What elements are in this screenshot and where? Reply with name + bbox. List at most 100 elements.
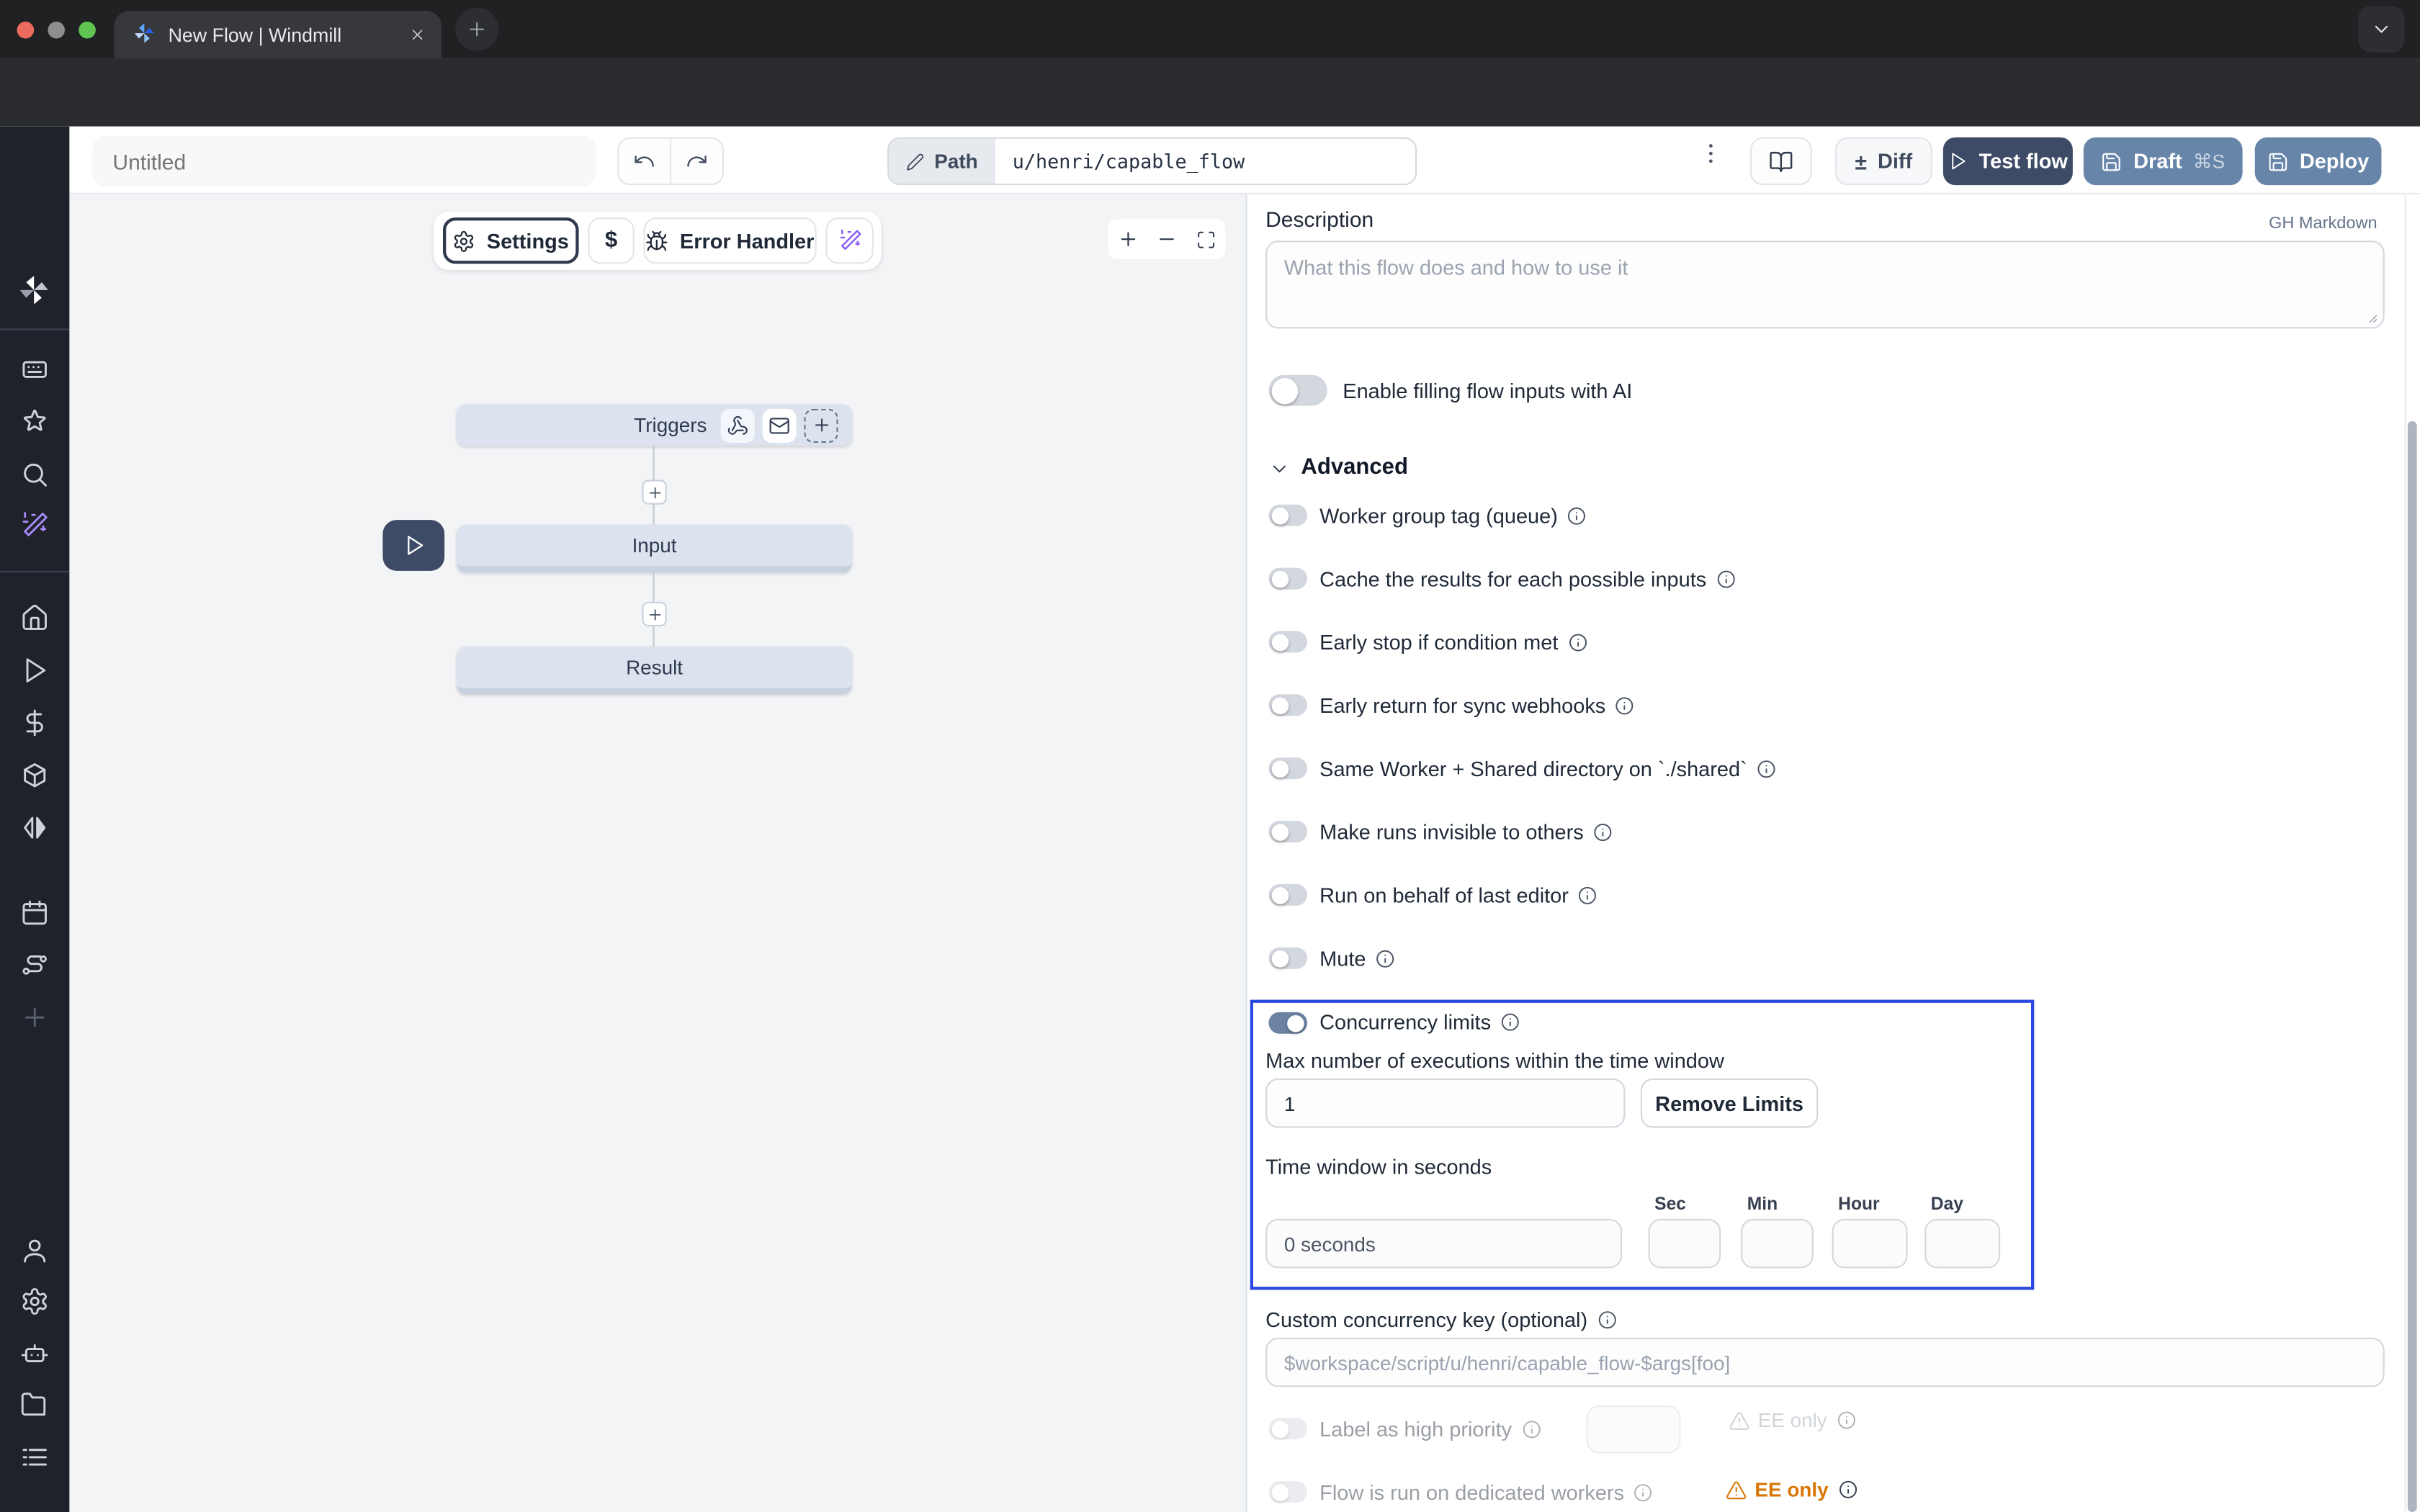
min-input[interactable] bbox=[1741, 1219, 1814, 1269]
zoom-in-icon[interactable] bbox=[1117, 228, 1139, 250]
flow-name-input[interactable] bbox=[93, 136, 596, 187]
info-icon[interactable] bbox=[1375, 949, 1395, 969]
toggle-label: Cache the results for each possible inpu… bbox=[1319, 568, 1706, 591]
info-icon[interactable] bbox=[1716, 570, 1736, 590]
error-handler-button[interactable]: Error Handler bbox=[644, 217, 817, 264]
high-priority-toggle[interactable] bbox=[1268, 1418, 1307, 1439]
resources-icon[interactable] bbox=[20, 760, 50, 790]
cache-results-toggle[interactable] bbox=[1268, 568, 1307, 590]
fit-view-icon[interactable] bbox=[1196, 229, 1216, 249]
max-executions-input[interactable] bbox=[1265, 1079, 1625, 1128]
workers-icon[interactable] bbox=[20, 1339, 50, 1369]
zoom-out-icon[interactable] bbox=[1157, 228, 1178, 250]
info-icon bbox=[1521, 1419, 1541, 1439]
settings-gear-icon[interactable] bbox=[20, 1287, 50, 1316]
flows-icon[interactable] bbox=[20, 950, 50, 980]
tab-search-chevron-icon[interactable] bbox=[2358, 6, 2404, 53]
toggle-label: Run on behalf of last editor bbox=[1319, 884, 1569, 907]
remove-limits-button[interactable]: Remove Limits bbox=[1641, 1079, 1818, 1128]
input-node[interactable]: Input bbox=[457, 525, 852, 572]
webhook-icon[interactable] bbox=[721, 408, 755, 442]
diff-button[interactable]: ± Diff bbox=[1835, 138, 1932, 185]
new-tab-button[interactable] bbox=[455, 8, 498, 51]
ai-inputs-toggle[interactable] bbox=[1268, 375, 1327, 406]
bug-icon bbox=[646, 229, 669, 252]
flow-canvas[interactable] bbox=[69, 194, 1247, 1512]
play-icon bbox=[402, 534, 425, 557]
early-return-toggle[interactable] bbox=[1268, 694, 1307, 716]
info-icon[interactable] bbox=[1567, 633, 1587, 653]
info-icon[interactable] bbox=[1597, 1310, 1617, 1330]
concurrency-limits-toggle[interactable] bbox=[1268, 1012, 1307, 1034]
window-minimize-button[interactable] bbox=[48, 22, 65, 39]
variables-icon[interactable] bbox=[20, 708, 50, 738]
window-zoom-button[interactable] bbox=[79, 22, 96, 39]
day-input[interactable] bbox=[1924, 1219, 2000, 1269]
info-icon[interactable] bbox=[1500, 1012, 1520, 1032]
triggers-node-label: Triggers bbox=[634, 413, 707, 436]
description-textarea[interactable] bbox=[1265, 240, 2385, 328]
insert-step-button[interactable] bbox=[642, 480, 666, 504]
panel-scrollbar-thumb[interactable] bbox=[2408, 421, 2417, 1512]
add-trigger-icon[interactable] bbox=[804, 408, 838, 442]
search-icon[interactable] bbox=[20, 460, 50, 490]
insert-step-button[interactable] bbox=[642, 602, 666, 626]
docs-book-button[interactable] bbox=[1750, 138, 1812, 185]
test-flow-button[interactable]: Test flow bbox=[1943, 138, 2073, 185]
ai-builder-wand-button[interactable] bbox=[825, 217, 873, 264]
path-field-group: Path bbox=[887, 138, 1417, 185]
ee-only-badge: EE only bbox=[1726, 1478, 1858, 1501]
favorites-star-icon[interactable] bbox=[20, 408, 50, 437]
info-icon[interactable] bbox=[1837, 1480, 1857, 1500]
info-icon[interactable] bbox=[1757, 759, 1777, 779]
custom-key-label: Custom concurrency key (optional) bbox=[1265, 1308, 1587, 1331]
same-worker-toggle[interactable] bbox=[1268, 757, 1307, 779]
account-icon[interactable] bbox=[20, 1236, 50, 1265]
early-stop-toggle[interactable] bbox=[1268, 631, 1307, 652]
max-executions-label: Max number of executions within the time… bbox=[1265, 1049, 1724, 1072]
variables-dollar-button[interactable]: $ bbox=[588, 217, 634, 264]
add-icon[interactable] bbox=[20, 1003, 50, 1032]
info-icon[interactable] bbox=[1593, 822, 1613, 842]
deploy-button[interactable]: Deploy bbox=[2255, 138, 2382, 185]
ai-wand-icon[interactable] bbox=[20, 510, 50, 540]
draft-button[interactable]: Draft ⌘S bbox=[2084, 138, 2243, 185]
resize-handle-icon[interactable] bbox=[2363, 309, 2378, 324]
info-icon[interactable] bbox=[1567, 506, 1587, 526]
info-icon[interactable] bbox=[1615, 696, 1635, 716]
dedicated-workers-toggle[interactable] bbox=[1268, 1481, 1307, 1503]
triggers-icon[interactable] bbox=[20, 813, 50, 842]
advanced-chevron-icon[interactable] bbox=[1268, 458, 1290, 480]
mute-toggle[interactable] bbox=[1268, 948, 1307, 969]
home-icon[interactable] bbox=[20, 603, 50, 633]
custom-key-input[interactable] bbox=[1265, 1338, 2385, 1387]
sec-input[interactable] bbox=[1649, 1219, 1721, 1269]
folders-icon[interactable] bbox=[20, 1390, 50, 1420]
triggers-node[interactable]: Triggers bbox=[457, 404, 852, 446]
email-trigger-icon[interactable] bbox=[763, 408, 797, 442]
window-close-button[interactable] bbox=[17, 22, 35, 39]
toggle-label: Early return for sync webhooks bbox=[1319, 694, 1605, 717]
browser-tab[interactable]: New Flow | Windmill bbox=[115, 11, 442, 58]
browser-tab-strip: New Flow | Windmill bbox=[0, 0, 2420, 58]
result-node[interactable]: Result bbox=[457, 647, 852, 694]
info-icon[interactable] bbox=[1578, 886, 1598, 906]
redo-icon[interactable] bbox=[671, 139, 722, 184]
worker-group-toggle[interactable] bbox=[1268, 505, 1307, 526]
undo-icon[interactable] bbox=[619, 139, 671, 184]
path-label[interactable]: Path bbox=[889, 139, 995, 184]
windmill-logo[interactable] bbox=[17, 273, 51, 315]
logs-icon[interactable] bbox=[20, 1443, 50, 1472]
schedules-icon[interactable] bbox=[20, 898, 50, 927]
invisible-runs-toggle[interactable] bbox=[1268, 821, 1307, 842]
tab-close-icon[interactable] bbox=[409, 26, 426, 43]
run-on-behalf-toggle[interactable] bbox=[1268, 884, 1307, 906]
runs-icon[interactable] bbox=[20, 656, 50, 685]
path-input[interactable] bbox=[995, 139, 1415, 184]
settings-button[interactable]: Settings bbox=[443, 217, 579, 264]
toolbar-kebab-icon[interactable] bbox=[1698, 140, 1724, 166]
concurrency-limits-label: Concurrency limits bbox=[1319, 1011, 1491, 1034]
workspace-icon[interactable] bbox=[20, 355, 50, 384]
run-preview-button[interactable] bbox=[382, 520, 444, 571]
hour-input[interactable] bbox=[1832, 1219, 1908, 1269]
